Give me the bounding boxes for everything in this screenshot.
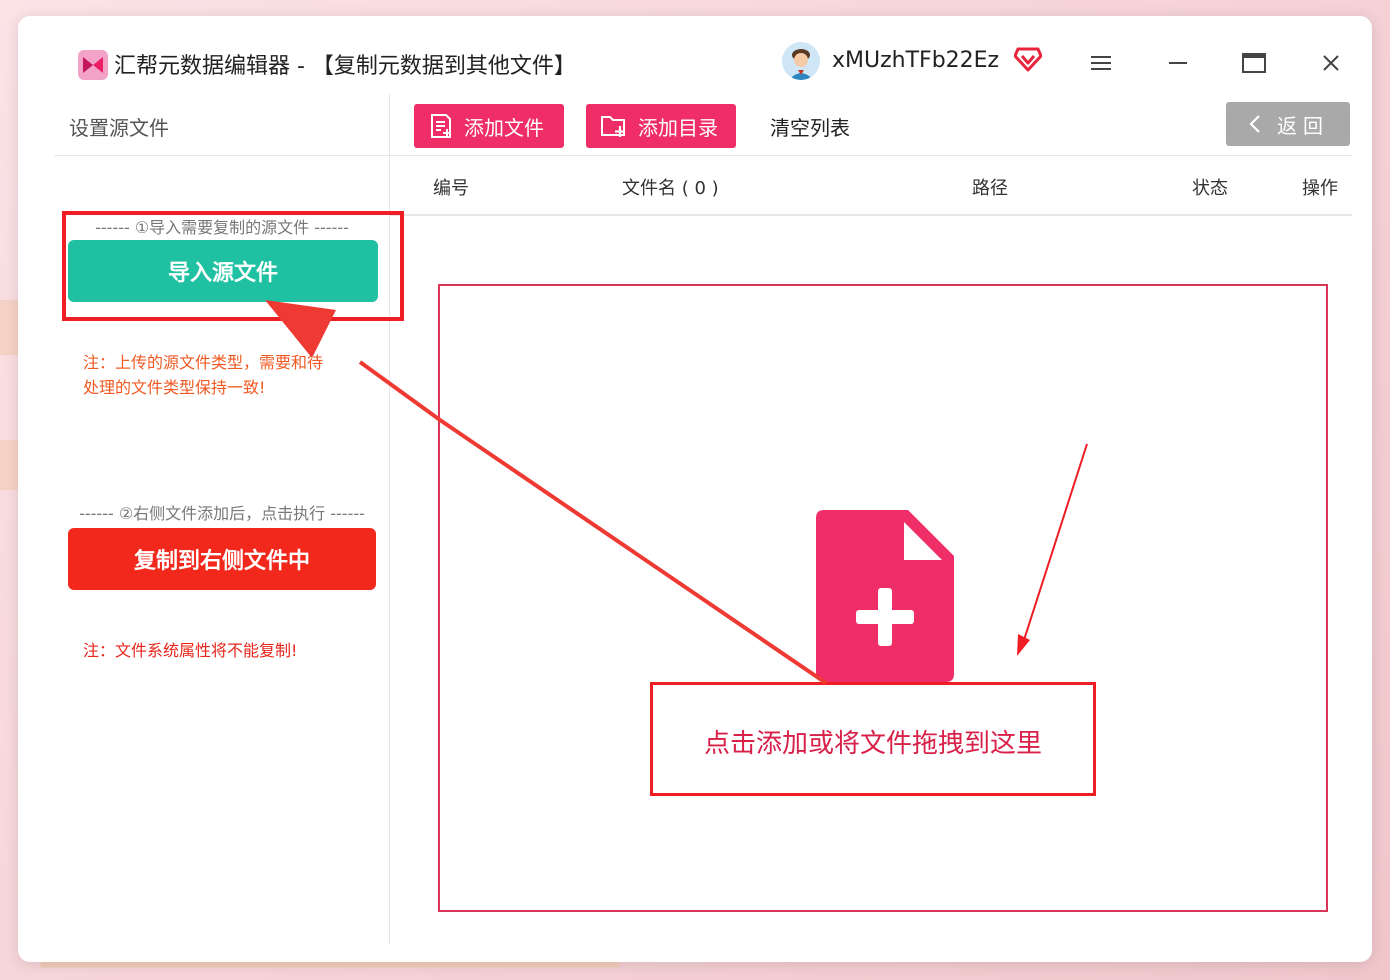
column-header-status[interactable]: 状态 — [1192, 174, 1228, 200]
left-panel-title: 设置源文件 — [69, 116, 169, 140]
clear-list-button[interactable]: 清空列表 — [770, 112, 850, 141]
file-drop-zone[interactable]: 点击添加或将文件拖拽到这里 — [438, 284, 1328, 912]
avatar-icon[interactable] — [782, 42, 820, 80]
note-line: 注：上传的源文件类型，需要和待 — [83, 353, 324, 372]
back-button[interactable]: 返回 — [1226, 102, 1350, 146]
menu-icon[interactable] — [1088, 50, 1114, 76]
note-source-type: 注：上传的源文件类型，需要和待 处理的文件类型保持一致! — [83, 350, 323, 400]
add-file-label: 添加文件 — [464, 115, 544, 140]
step1-divider: ------ ①导入需要复制的源文件 ------ — [95, 218, 349, 237]
table-header: 编号 文件名 ( 0 ) 路径 状态 操作 — [390, 156, 1352, 216]
close-icon[interactable] — [1318, 50, 1344, 76]
left-panel: 设置源文件 ------ ①导入需要复制的源文件 ------ 导入源文件 注：… — [54, 94, 390, 944]
drop-zone-text[interactable]: 点击添加或将文件拖拽到这里 — [653, 723, 1093, 760]
window-title: 汇帮元数据编辑器 - 【复制元数据到其他文件】 — [114, 54, 576, 79]
chevron-left-icon — [1249, 115, 1260, 133]
app-logo-icon — [78, 50, 108, 80]
add-directory-button[interactable]: 添加目录 — [586, 104, 736, 148]
drop-hint-highlight: 点击添加或将文件拖拽到这里 — [650, 682, 1096, 796]
background-bar — [40, 962, 620, 968]
title-bar: 汇帮元数据编辑器 - 【复制元数据到其他文件】 xMUzhTFb22Ez — [18, 16, 1372, 94]
minimize-icon[interactable] — [1165, 50, 1191, 76]
step2-divider: ------ ②右侧文件添加后，点击执行 ------ — [79, 504, 365, 523]
app-window: 汇帮元数据编辑器 - 【复制元数据到其他文件】 xMUzhTFb22Ez 设置源… — [18, 16, 1372, 962]
add-file-button[interactable]: 添加文件 — [414, 104, 564, 148]
column-header-number[interactable]: 编号 — [433, 174, 469, 200]
username[interactable]: xMUzhTFb22Ez — [832, 48, 999, 73]
copy-to-files-button[interactable]: 复制到右侧文件中 — [68, 528, 376, 590]
maximize-icon[interactable] — [1241, 50, 1267, 76]
add-directory-label: 添加目录 — [638, 115, 718, 140]
vip-diamond-icon[interactable] — [1014, 46, 1042, 72]
column-header-action[interactable]: 操作 — [1302, 174, 1338, 200]
note-line: 处理的文件类型保持一致! — [83, 378, 266, 397]
import-source-button[interactable]: 导入源文件 — [68, 240, 378, 302]
file-plus-icon[interactable] — [816, 510, 954, 682]
add-file-icon — [431, 114, 451, 138]
column-header-filename[interactable]: 文件名 ( 0 ) — [622, 174, 719, 200]
left-panel-header: 设置源文件 — [54, 94, 390, 156]
back-label: 返回 — [1277, 113, 1329, 138]
add-folder-icon — [601, 116, 625, 137]
column-header-path[interactable]: 路径 — [972, 174, 1008, 200]
note-fs-attrs: 注：文件系统属性将不能复制! — [83, 641, 298, 660]
